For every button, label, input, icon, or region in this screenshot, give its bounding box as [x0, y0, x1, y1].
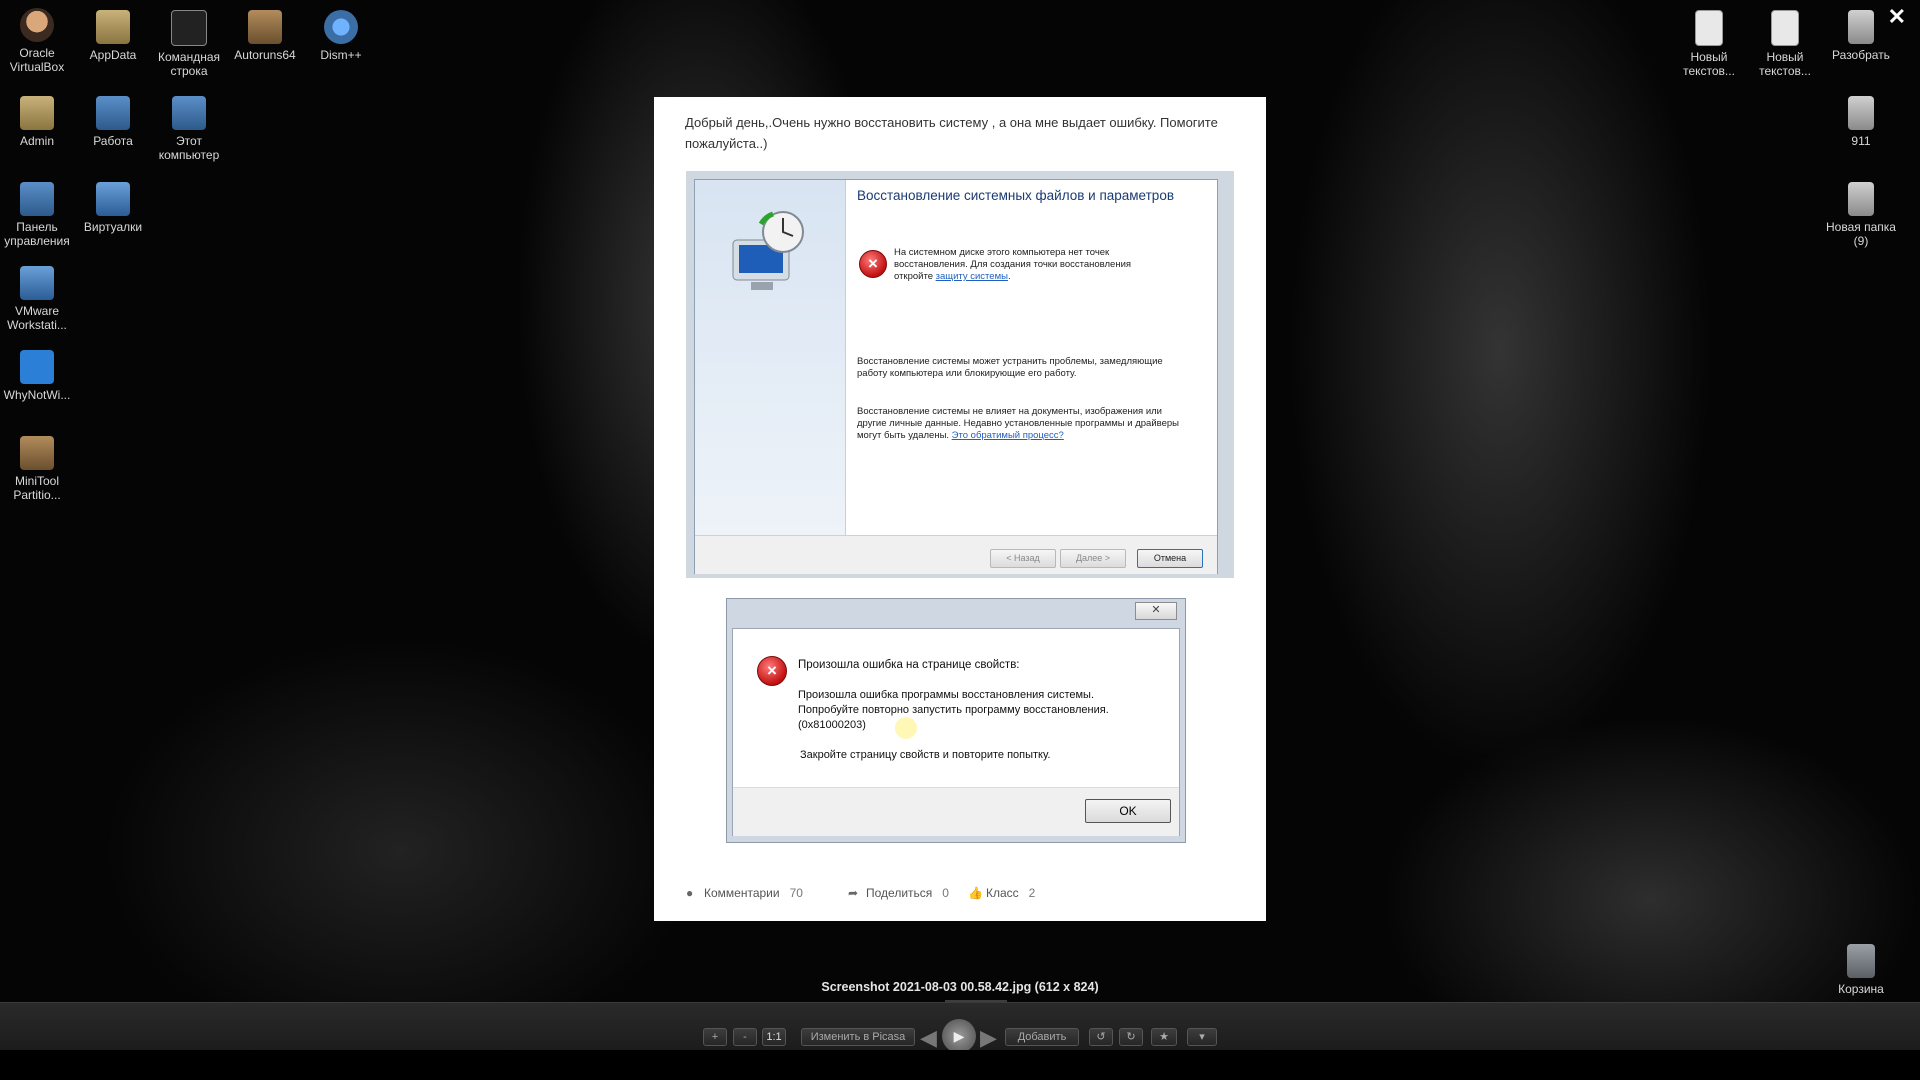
- text-file-icon: [1695, 10, 1723, 46]
- restore-info-2: Восстановление системы не влияет на доку…: [857, 406, 1179, 441]
- desktop-icon-vmware[interactable]: VMware Workstati...: [0, 266, 79, 332]
- ok-button[interactable]: OK: [1085, 799, 1171, 823]
- image-caption: Screenshot 2021-08-03 00.58.42.jpg (612 …: [821, 980, 1099, 994]
- viewed-photo: Добрый день,.Очень нужно восстановить си…: [654, 97, 1266, 921]
- desktop-icon-autoruns[interactable]: Autoruns64: [223, 10, 307, 62]
- error-icon: ×: [757, 656, 787, 686]
- desktop-icon-appdata[interactable]: AppData: [71, 10, 155, 62]
- rotate-right-icon[interactable]: ↻: [1119, 1028, 1143, 1046]
- desktop-icon-rabota[interactable]: Работа: [71, 96, 155, 148]
- close-icon[interactable]: ✕: [1135, 602, 1177, 620]
- desktop-icon-new-folder-9[interactable]: Новая папка (9): [1819, 182, 1903, 248]
- folder-icon: [1848, 182, 1874, 216]
- like-button[interactable]: 👍 Класс 2: [968, 881, 1035, 905]
- star-icon[interactable]: ★: [1151, 1028, 1177, 1046]
- restore-dialog: Восстановление системных файлов и параме…: [694, 179, 1218, 574]
- desktop-icon-virtualki[interactable]: Виртуалки: [71, 182, 155, 234]
- desktop-icon-control-panel[interactable]: Панель управления: [0, 182, 79, 248]
- folder-icon: [96, 10, 130, 44]
- error-heading: Произошла ошибка на странице свойств:: [798, 659, 1020, 671]
- comments-button[interactable]: ● Комментарии 70: [686, 881, 803, 905]
- folder-icon: [1848, 10, 1874, 44]
- post-text: Добрый день,.Очень нужно восстановить си…: [685, 115, 1218, 151]
- error-icon: ×: [859, 250, 887, 278]
- close-viewer-button[interactable]: ✕: [1888, 4, 1906, 30]
- folder-icon: [96, 182, 130, 216]
- error-message-line-4: Закройте страницу свойств и повторите по…: [800, 749, 1051, 761]
- reversible-process-link[interactable]: Это обратимый процесс?: [952, 430, 1064, 441]
- restore-dialog-title: Восстановление системных файлов и параме…: [857, 188, 1174, 203]
- virtualbox-icon: [20, 8, 54, 42]
- next-arrow-icon[interactable]: ▶: [980, 1025, 997, 1051]
- back-button[interactable]: < Назад: [990, 549, 1056, 568]
- autoruns-icon: [248, 10, 282, 44]
- folder-icon: [1848, 96, 1874, 130]
- restore-warning: На системном диске этого компьютера нет …: [894, 247, 1132, 282]
- zoom-out-button[interactable]: -: [733, 1028, 757, 1046]
- play-slideshow-button[interactable]: ▶: [942, 1019, 976, 1053]
- terminal-icon: [171, 10, 207, 46]
- desktop-icon-dism[interactable]: Dism++: [299, 10, 383, 62]
- cancel-button[interactable]: Отмена: [1137, 549, 1203, 568]
- mouse-cursor-highlight: [895, 717, 917, 739]
- desktop-icon-oracle-virtualbox[interactable]: Oracle VirtualBox: [0, 8, 79, 74]
- desktop-icon-admin[interactable]: Admin: [0, 96, 79, 148]
- rotate-left-icon[interactable]: ↺: [1089, 1028, 1113, 1046]
- vmware-icon: [20, 266, 54, 300]
- previous-arrow-icon[interactable]: ◀: [920, 1025, 937, 1051]
- actual-size-button[interactable]: 1:1: [762, 1028, 786, 1046]
- edit-in-picasa-button[interactable]: Изменить в Picasa: [801, 1028, 915, 1046]
- add-button[interactable]: Добавить: [1005, 1028, 1079, 1046]
- system-restore-icon: [732, 211, 804, 290]
- error-dialog-screenshot: ✕ × Произошла ошибка на странице свойств…: [726, 598, 1186, 843]
- restore-info-1: Восстановление системы может устранить п…: [857, 356, 1163, 379]
- comment-icon: ●: [686, 886, 694, 900]
- windows-icon: [20, 350, 54, 384]
- computer-icon: [172, 96, 206, 130]
- minitool-icon: [20, 436, 54, 470]
- folder-icon: [96, 96, 130, 130]
- restore-dialog-screenshot: Восстановление системных файлов и параме…: [686, 171, 1234, 578]
- text-file-icon: [1771, 10, 1799, 46]
- system-protection-link[interactable]: защиту системы: [936, 271, 1008, 282]
- share-icon: ➦: [848, 886, 859, 900]
- next-button[interactable]: Далее >: [1060, 549, 1126, 568]
- error-dialog: × Произошла ошибка на странице свойств: …: [732, 628, 1180, 836]
- recycle-bin-icon: [1847, 944, 1875, 978]
- thumbs-up-icon: 👍: [968, 886, 983, 900]
- zoom-in-button[interactable]: +: [703, 1028, 727, 1046]
- share-button[interactable]: ➦ Поделиться 0: [848, 881, 949, 905]
- desktop-icon-this-pc[interactable]: Этот компьютер: [147, 96, 231, 162]
- control-panel-icon: [20, 182, 54, 216]
- desktop-icon-new-text-2[interactable]: Новый текстов...: [1743, 10, 1827, 78]
- gear-icon: [324, 10, 358, 44]
- desktop-icon-minitool[interactable]: MiniTool Partitio...: [0, 436, 79, 502]
- more-options-icon[interactable]: ▾: [1187, 1028, 1217, 1046]
- viewer-toolbar: + - 1:1 Изменить в Picasa ◀ ▶ ▶ Добавить…: [0, 1002, 1920, 1053]
- error-message-line-1: Произошла ошибка программы восстановлени…: [798, 689, 1095, 701]
- error-message-line-2: Попробуйте повторно запустить программу …: [798, 704, 1109, 716]
- user-folder-icon: [20, 96, 54, 130]
- error-dialog-footer: OK: [733, 787, 1179, 836]
- error-code: (0x81000203): [798, 719, 866, 731]
- bottom-bar: [0, 1050, 1920, 1080]
- desktop-icon-cmd[interactable]: Командная строка: [147, 10, 231, 78]
- restore-sidebar: [695, 180, 846, 535]
- desktop-icon-whynotwin[interactable]: WhyNotWi...: [0, 350, 79, 402]
- desktop-icon-new-text-1[interactable]: Новый текстов...: [1667, 10, 1751, 78]
- desktop-icon-911[interactable]: 911: [1819, 96, 1903, 148]
- restore-dialog-footer: < Назад Далее > Отмена: [695, 535, 1217, 574]
